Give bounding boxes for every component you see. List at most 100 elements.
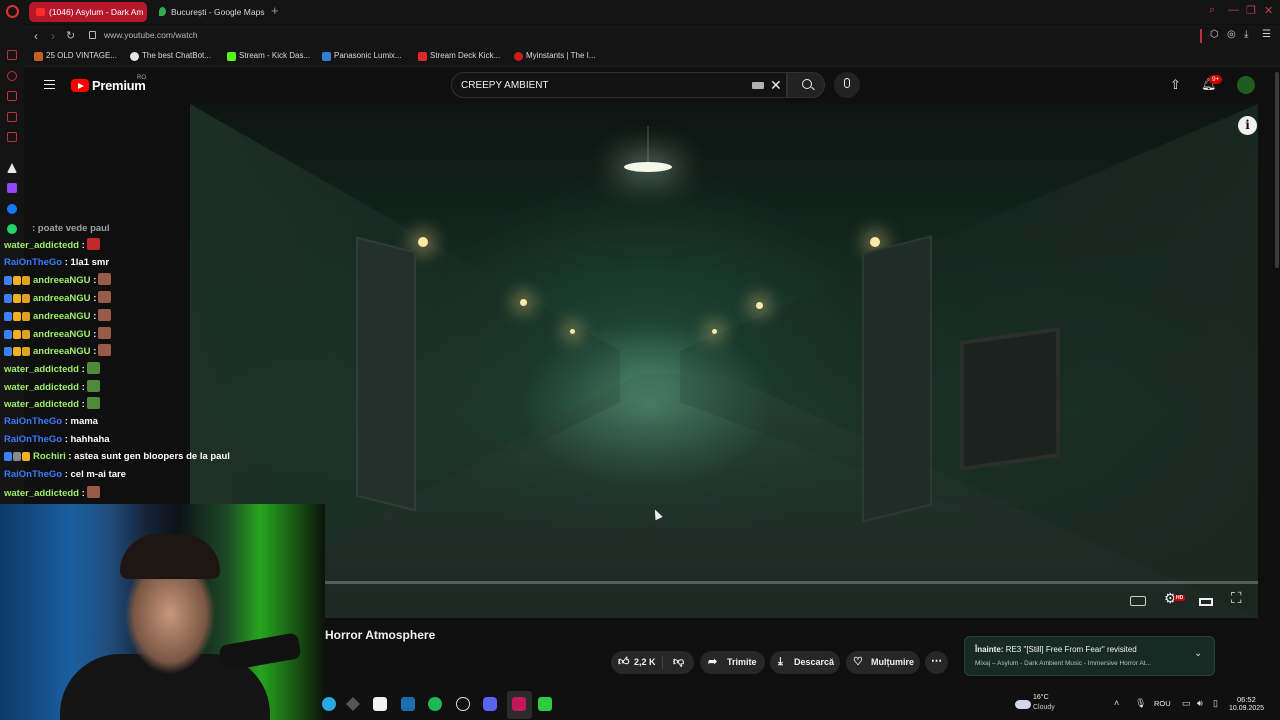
create-upload-icon[interactable]: ⇧ xyxy=(1170,77,1181,93)
chat-username: water_addictedd xyxy=(4,381,79,393)
bookmark-item[interactable]: 25 OLD VINTAGE... xyxy=(34,51,117,61)
reload-icon[interactable]: ↻ xyxy=(66,29,75,42)
chat-emote-icon xyxy=(86,379,100,392)
wallet-icon[interactable] xyxy=(7,91,17,101)
video-frame-lamp-wire xyxy=(647,126,649,162)
chat-text: : hahhaha xyxy=(64,433,110,445)
search-tabs-icon[interactable]: ⌕ xyxy=(1209,4,1215,17)
opera-gx-icon[interactable] xyxy=(512,697,526,711)
network-icon[interactable]: ▭ xyxy=(1182,698,1191,709)
youtube-logo-icon[interactable] xyxy=(71,79,89,92)
steam-icon[interactable] xyxy=(401,697,415,711)
bookmark-item[interactable]: Myinstants | The I... xyxy=(514,51,596,61)
clear-search-icon[interactable]: ✕ xyxy=(770,77,782,94)
chat-badges xyxy=(4,452,31,466)
search-button[interactable] xyxy=(787,72,825,98)
messenger-icon[interactable] xyxy=(7,50,17,60)
bookmark-item[interactable]: Panasonic Lumix... xyxy=(322,51,402,61)
more-actions-button[interactable]: ⋯ xyxy=(925,651,948,674)
microphone-tray-icon[interactable]: 🎙︎ xyxy=(1135,698,1146,709)
progress-bar[interactable] xyxy=(324,581,1258,584)
fullscreen-icon[interactable]: ⛶ xyxy=(1231,590,1242,607)
video-frame-sconce xyxy=(418,237,428,247)
flow-icon[interactable] xyxy=(7,132,17,142)
volume-icon[interactable]: 🔊︎ xyxy=(1197,698,1203,709)
download-button[interactable]: ⤓ Descarcă xyxy=(770,651,840,674)
file-explorer-icon[interactable] xyxy=(373,697,387,711)
chat-message: andreeaNGU : xyxy=(4,291,112,305)
chevron-up-icon[interactable]: ˄ xyxy=(1114,698,1119,708)
restore-icon[interactable]: ❐ xyxy=(1246,4,1256,17)
avatar[interactable] xyxy=(1237,76,1255,94)
forward-icon[interactable]: › xyxy=(51,29,55,43)
spotify-icon[interactable] xyxy=(428,697,442,711)
app-icon[interactable] xyxy=(538,697,552,711)
cloud-weather-icon[interactable] xyxy=(1015,700,1031,709)
chatgpt-icon[interactable] xyxy=(456,697,470,711)
youtube-favicon-icon xyxy=(36,8,45,16)
discord-icon[interactable] xyxy=(483,697,497,711)
easy-setup-icon[interactable]: ☰ xyxy=(1262,29,1271,40)
chat-badge-icon xyxy=(4,452,12,462)
search-input[interactable]: CREEPY AMBIENT ✕ xyxy=(451,72,787,98)
up-next-card[interactable]: Înainte: RE3 "[Still] Free From Fear" re… xyxy=(964,636,1215,676)
download-icon[interactable]: ⤓ xyxy=(1244,29,1248,40)
theater-mode-icon[interactable] xyxy=(1199,598,1213,606)
thanks-button[interactable]: ♡ Mulțumire xyxy=(846,651,920,674)
opera-logo-icon[interactable] xyxy=(6,5,19,18)
battery-icon[interactable]: ▯ xyxy=(1213,698,1218,709)
bookmark-item[interactable]: Stream Deck Kick... xyxy=(418,51,500,61)
page-scrollbar[interactable] xyxy=(1274,70,1280,720)
url-field[interactable]: www.youtube.com/watch xyxy=(104,30,198,40)
chat-badge-icon xyxy=(13,347,21,357)
chat-badges xyxy=(4,329,31,344)
notification-count-badge: 9+ xyxy=(1209,75,1223,84)
chat-text: : xyxy=(81,399,85,411)
dislike-button[interactable]: 👎︎ xyxy=(673,651,684,674)
app-icon[interactable] xyxy=(322,697,336,711)
address-bar: ‹ › ↻ www.youtube.com/watch ⬡ ◎ ⤓ ☰ xyxy=(24,25,1280,47)
tab-google-maps[interactable]: București - Google Maps xyxy=(151,2,265,22)
chat-username: water_addictedd xyxy=(4,363,79,375)
language-indicator[interactable]: ROU xyxy=(1154,699,1171,708)
app-icon[interactable] xyxy=(346,697,360,711)
thanks-heart-icon: ♡ xyxy=(853,656,863,668)
chat-emote-icon xyxy=(86,397,100,410)
close-window-icon[interactable]: ✕ xyxy=(1264,4,1273,17)
video-player[interactable]: i ⚙ HD ⛶ xyxy=(190,104,1258,618)
like-button[interactable]: 👍︎ xyxy=(618,651,630,674)
scrollbar-thumb[interactable] xyxy=(1275,72,1279,268)
share-icon: ➦ xyxy=(708,656,718,668)
twitch-icon[interactable] xyxy=(7,183,17,193)
snapshot-icon[interactable]: ◎ xyxy=(1227,29,1236,40)
stream-chat-overlay: : poate vede paul water_addictedd : RaiOn… xyxy=(0,222,240,504)
minimize-icon[interactable]: — xyxy=(1228,4,1239,16)
webcam-overlay xyxy=(0,504,325,720)
bookmark-favicon-icon xyxy=(34,52,43,61)
tab-youtube[interactable]: (1046) Asylum - Dark Am xyxy=(29,2,147,22)
chat-username: water_addictedd xyxy=(4,399,79,411)
chat-badge-icon xyxy=(22,311,30,321)
extensions-icon[interactable]: ⬡ xyxy=(1210,29,1219,40)
bookmark-item[interactable]: The best ChatBot... xyxy=(130,51,211,61)
aria-icon[interactable] xyxy=(7,163,17,173)
history-icon[interactable] xyxy=(7,71,17,81)
messenger-app-icon[interactable] xyxy=(7,204,17,214)
chevron-down-icon[interactable]: ⌄ xyxy=(1194,648,1202,659)
share-button[interactable]: ➦ Trimite xyxy=(700,651,765,674)
chat-username: andreeaNGU xyxy=(33,275,91,287)
chat-text: : xyxy=(93,346,97,358)
subtitles-icon[interactable] xyxy=(1130,596,1146,606)
voice-search-button[interactable] xyxy=(834,72,860,98)
like-count: 2,2 K xyxy=(634,657,656,667)
chat-badges xyxy=(4,347,31,361)
pinboard-icon[interactable] xyxy=(7,112,17,122)
back-icon[interactable]: ‹ xyxy=(34,29,38,43)
keyboard-icon[interactable] xyxy=(752,82,764,89)
chat-text: : xyxy=(81,381,85,393)
menu-icon[interactable] xyxy=(44,80,55,89)
new-tab-button[interactable]: + xyxy=(271,4,279,18)
bookmark-item[interactable]: Stream - Kick Das... xyxy=(227,51,310,61)
bookmarks-bar: 25 OLD VINTAGE... The best ChatBot... St… xyxy=(24,47,1280,67)
info-icon[interactable]: i xyxy=(1238,116,1257,135)
